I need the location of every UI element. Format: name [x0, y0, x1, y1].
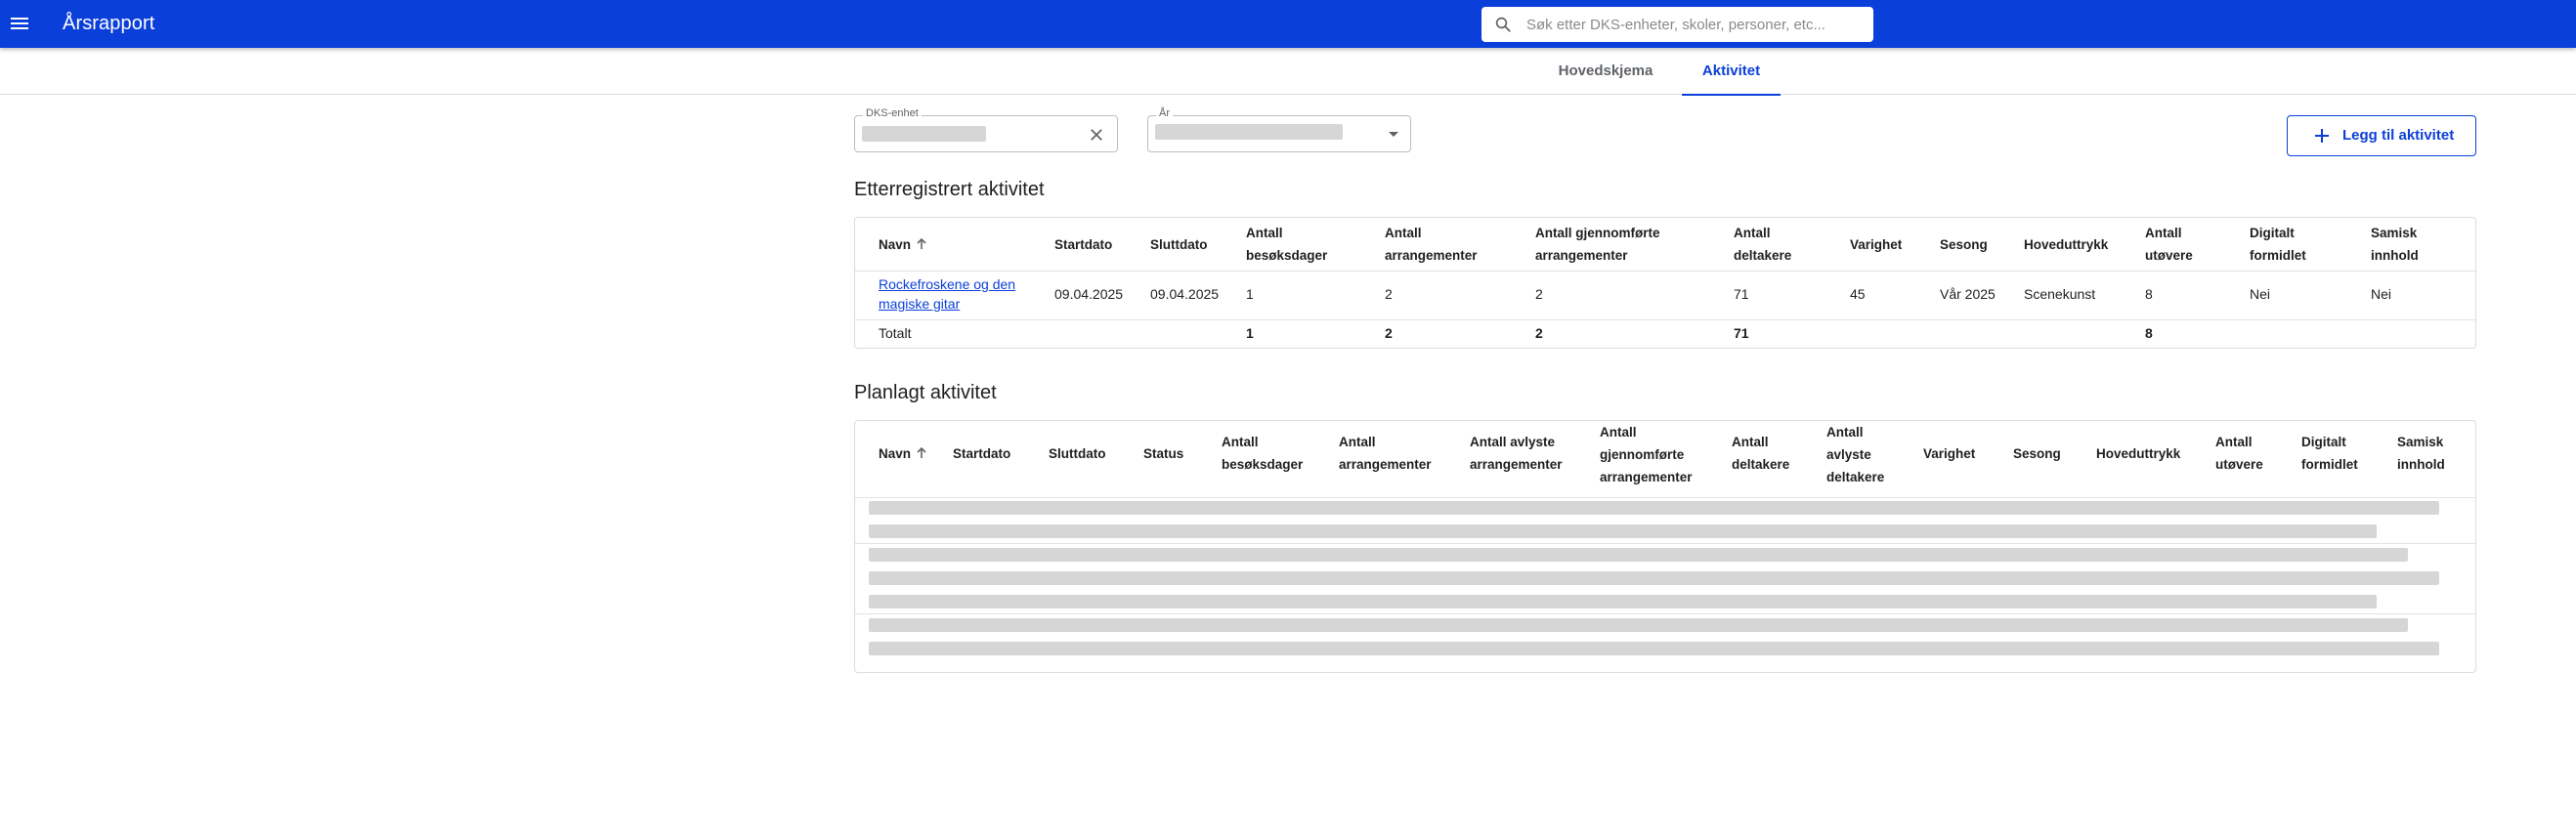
cell-performers: 8	[2145, 286, 2153, 302]
loading-skeleton-row	[869, 642, 2439, 655]
cell-digital: Nei	[2250, 286, 2271, 302]
col-header-sami[interactable]: Samisk innhold	[2397, 431, 2445, 476]
registered-section-title: Etterregistrert aktivitet	[854, 179, 1045, 200]
search-input[interactable]	[1526, 7, 1864, 42]
search-box[interactable]	[1481, 7, 1873, 42]
planned-section-title: Planlagt aktivitet	[854, 382, 997, 403]
cell-end: 09.04.2025	[1150, 286, 1220, 302]
divider	[855, 271, 2475, 272]
chevron-down-icon[interactable]	[1389, 132, 1398, 137]
col-header-sami[interactable]: Samisk innhold	[2371, 222, 2419, 267]
loading-skeleton-row	[869, 524, 2377, 538]
divider	[855, 497, 2475, 498]
loading-skeleton-row	[869, 595, 2377, 608]
col-header-participants[interactable]: Antall deltakere	[1734, 222, 1791, 267]
col-header-digital[interactable]: Digitalt formidlet	[2250, 222, 2306, 267]
activity-name-link[interactable]: Rockefroskene og den magiske gitar	[879, 274, 1015, 314]
year-label: År	[1156, 107, 1173, 119]
cell-visit-days: 1	[1246, 286, 1254, 302]
dks-unit-value-placeholder	[862, 126, 986, 142]
loading-skeleton-row	[869, 618, 2408, 632]
cell-participants: 71	[1734, 286, 1749, 302]
col-header-duration[interactable]: Varighet	[1850, 233, 1902, 256]
year-select[interactable]: År	[1147, 107, 1411, 152]
cell-start: 09.04.2025	[1054, 286, 1124, 302]
plus-icon	[2315, 129, 2329, 143]
divider	[855, 319, 2475, 320]
app-title: Årsrapport	[63, 13, 155, 34]
arrow-up-icon[interactable]	[915, 446, 928, 460]
col-header-duration[interactable]: Varighet	[1923, 442, 1975, 465]
add-activity-button[interactable]: Legg til aktivitet	[2287, 115, 2476, 156]
tab-hovedskjema[interactable]: Hovedskjema	[1547, 48, 1664, 95]
col-header-events[interactable]: Antall arrangementer	[1385, 222, 1478, 267]
col-header-name[interactable]: Navn	[879, 233, 928, 256]
add-activity-label: Legg til aktivitet	[2342, 127, 2455, 144]
col-header-cancelled-participants[interactable]: Antall avlyste deltakere	[1826, 421, 1884, 488]
col-header-visit-days[interactable]: Antall besøksdager	[1222, 431, 1303, 476]
registered-table: Navn Startdato Sluttdato Antall besøksdag…	[854, 217, 2476, 349]
app-bar: Årsrapport	[0, 0, 2576, 48]
total-events: 2	[1385, 325, 1393, 341]
cell-expression: Scenekunst	[2024, 286, 2096, 302]
cell-season: Vår 2025	[1940, 286, 1996, 302]
total-participants: 71	[1734, 325, 1749, 341]
search-icon	[1495, 17, 1511, 32]
col-header-start[interactable]: Startdato	[953, 442, 1010, 465]
col-header-completed[interactable]: Antall gjennomførte arrangementer	[1600, 421, 1693, 488]
cell-events: 2	[1385, 286, 1393, 302]
loading-skeleton-row	[869, 571, 2439, 585]
loading-skeleton-row	[869, 501, 2439, 515]
menu-icon[interactable]	[11, 15, 28, 32]
col-header-season[interactable]: Sesong	[1940, 233, 1988, 256]
col-header-visit-days[interactable]: Antall besøksdager	[1246, 222, 1327, 267]
col-header-name[interactable]: Navn	[879, 442, 928, 465]
total-visit-days: 1	[1246, 325, 1254, 341]
cell-duration: 45	[1850, 286, 1866, 302]
cell-sami: Nei	[2371, 286, 2392, 302]
col-header-end[interactable]: Sluttdato	[1049, 442, 1106, 465]
close-icon[interactable]	[1088, 126, 1105, 144]
arrow-up-icon[interactable]	[915, 237, 928, 251]
col-header-season[interactable]: Sesong	[2013, 442, 2061, 465]
totals-label: Totalt	[879, 325, 912, 341]
tab-bar: Hovedskjema Aktivitet	[0, 48, 2576, 96]
col-header-expression[interactable]: Hoveduttrykk	[2024, 233, 2108, 256]
dks-unit-label: DKS-enhet	[863, 107, 922, 119]
tab-aktivitet[interactable]: Aktivitet	[1682, 48, 1781, 96]
total-completed: 2	[1535, 325, 1543, 341]
col-header-start[interactable]: Startdato	[1054, 233, 1112, 256]
total-performers: 8	[2145, 325, 2153, 341]
cell-completed: 2	[1535, 286, 1543, 302]
col-header-digital[interactable]: Digitalt formidlet	[2301, 431, 2358, 476]
col-header-participants[interactable]: Antall deltakere	[1732, 431, 1789, 476]
col-header-performers[interactable]: Antall utøvere	[2215, 431, 2263, 476]
col-header-cancelled[interactable]: Antall avlyste arrangementer	[1470, 431, 1563, 476]
col-header-end[interactable]: Sluttdato	[1150, 233, 1208, 256]
dks-unit-select[interactable]: DKS-enhet	[854, 107, 1118, 152]
col-header-performers[interactable]: Antall utøvere	[2145, 222, 2193, 267]
planned-table: Navn Startdato Sluttdato Status Antall be…	[854, 420, 2476, 673]
divider	[855, 613, 2475, 614]
year-value-placeholder	[1155, 124, 1343, 140]
col-header-completed[interactable]: Antall gjennomførte arrangementer	[1535, 222, 1660, 267]
col-header-expression[interactable]: Hoveduttrykk	[2096, 442, 2180, 465]
col-header-status[interactable]: Status	[1143, 442, 1183, 465]
col-header-events[interactable]: Antall arrangementer	[1339, 431, 1432, 476]
divider	[855, 543, 2475, 544]
loading-skeleton-row	[869, 548, 2408, 562]
